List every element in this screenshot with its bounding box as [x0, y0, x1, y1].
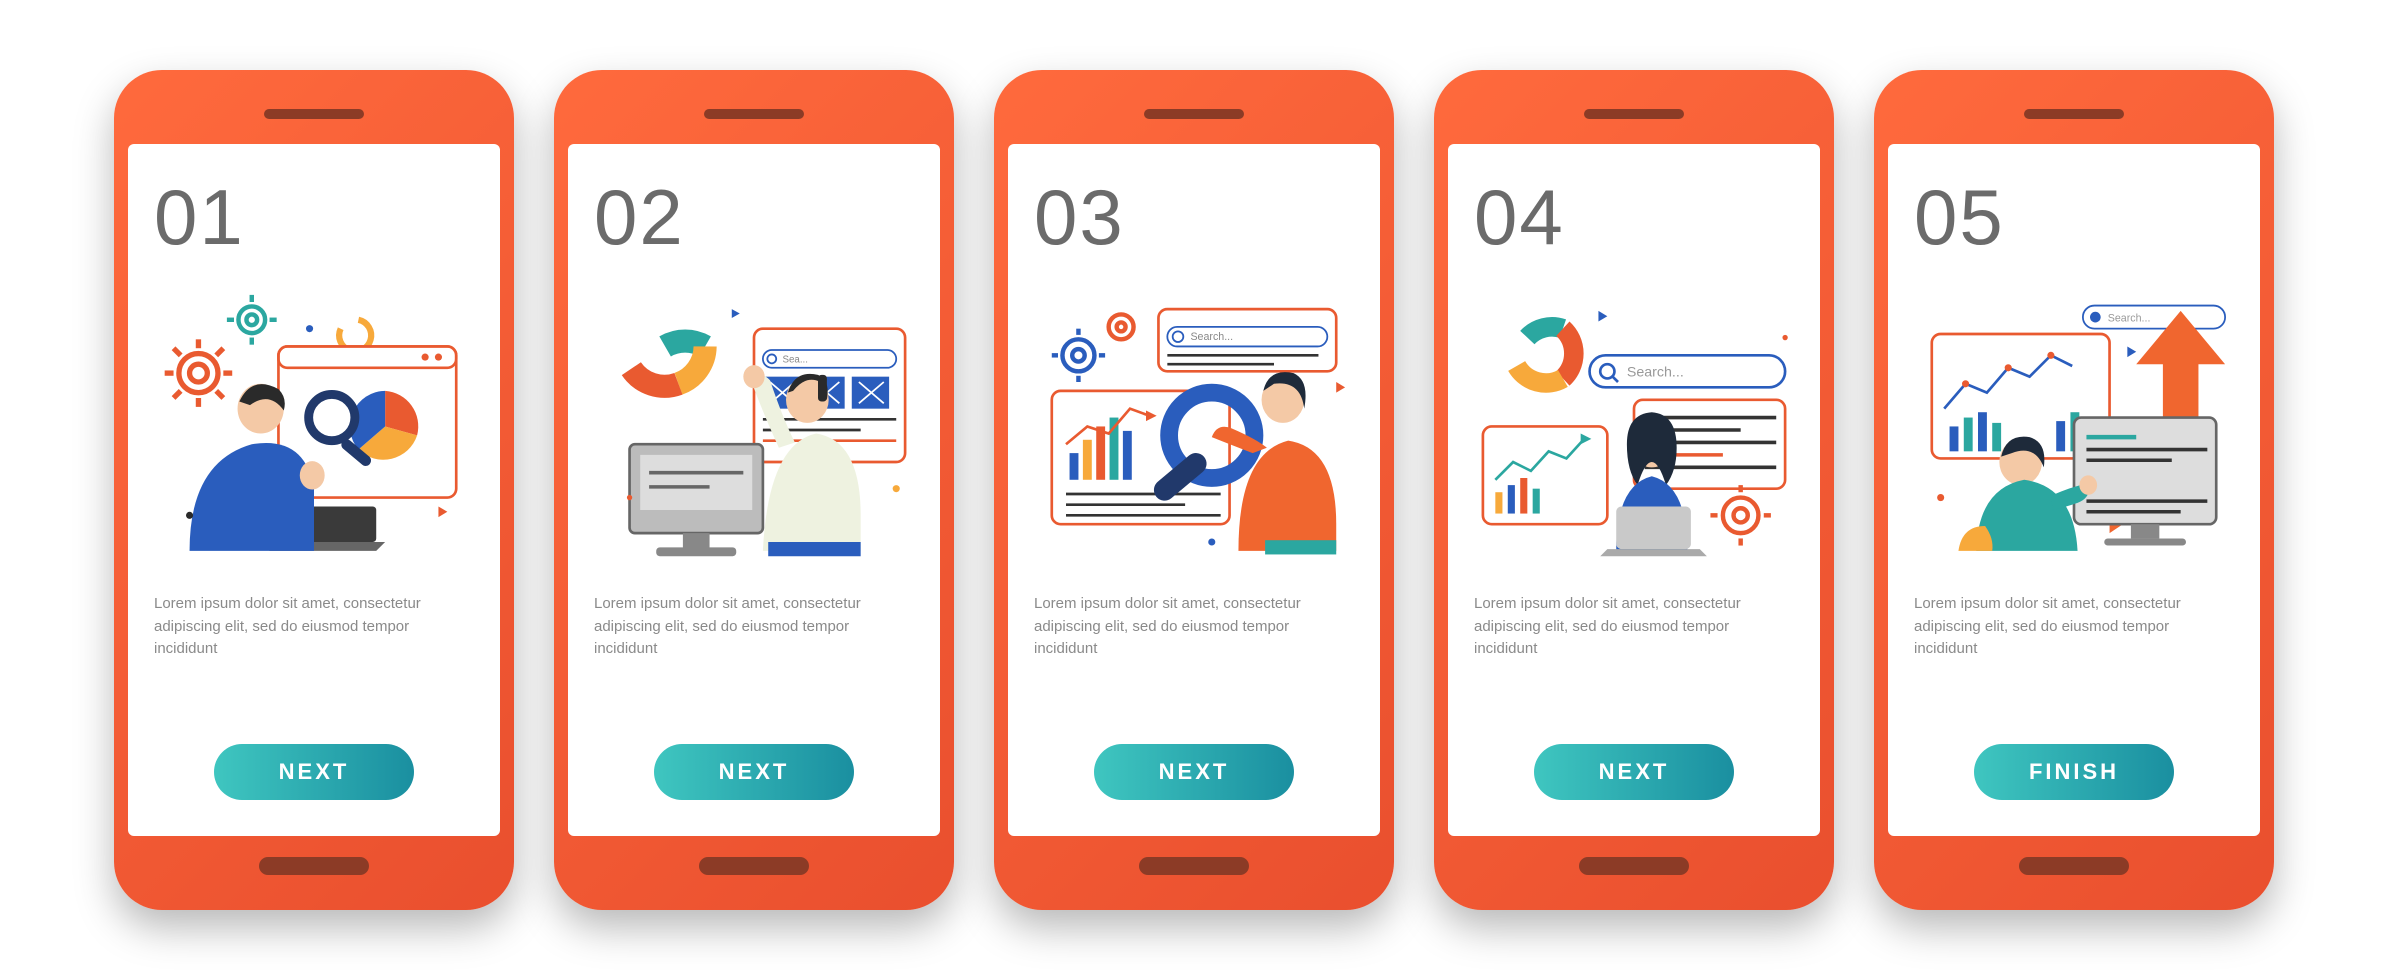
onboarding-phone-2: 02 Sea... — [554, 70, 954, 910]
donut-chart-icon — [1517, 327, 1574, 383]
gear-icon — [1109, 314, 1134, 339]
screen-4: 04 Search... — [1448, 144, 1820, 836]
next-button[interactable]: NEXT — [1094, 744, 1294, 800]
phone-top-bezel — [1448, 84, 1820, 144]
screen-2: 02 Sea... — [568, 144, 940, 836]
phone-bottom-bezel — [128, 836, 500, 896]
donut-chart-icon — [631, 341, 705, 386]
home-button[interactable] — [699, 857, 809, 875]
search-placeholder-text: Search... — [1190, 331, 1233, 343]
home-button[interactable] — [1579, 857, 1689, 875]
svg-text:Sea...: Sea... — [782, 354, 808, 365]
phone-bottom-bezel — [1008, 836, 1380, 896]
step-description: Lorem ipsum dolor sit amet, consectetur … — [1474, 593, 1794, 661]
step-number: 05 — [1914, 172, 2234, 263]
speaker-slot — [264, 109, 364, 119]
phone-top-bezel — [568, 84, 940, 144]
speaker-slot — [2024, 109, 2124, 119]
home-button[interactable] — [259, 857, 369, 875]
phone-top-bezel — [128, 84, 500, 144]
screen-5: 05 Search... — [1888, 144, 2260, 836]
home-button[interactable] — [2019, 857, 2129, 875]
gear-icon — [1052, 329, 1105, 382]
speaker-slot — [704, 109, 804, 119]
illustration-growth-arrow: Search... — [1914, 267, 2234, 577]
next-button[interactable]: NEXT — [654, 744, 854, 800]
onboarding-phone-1: 01 — [114, 70, 514, 910]
onboarding-phone-4: 04 Search... — [1434, 70, 1834, 910]
step-number: 03 — [1034, 172, 1354, 263]
phone-bottom-bezel — [1448, 836, 1820, 896]
screen-1: 01 — [128, 144, 500, 836]
screen-3: 03 Search... — [1008, 144, 1380, 836]
illustration-seo-magnifier: Search... — [1034, 267, 1354, 577]
step-description: Lorem ipsum dolor sit amet, consectetur … — [594, 593, 914, 661]
phone-bottom-bezel — [568, 836, 940, 896]
phone-top-bezel — [1008, 84, 1380, 144]
gear-icon — [165, 339, 233, 407]
finish-button[interactable]: FINISH — [1974, 744, 2174, 800]
search-icon — [2090, 312, 2101, 323]
home-button[interactable] — [1139, 857, 1249, 875]
gear-icon — [1710, 485, 1770, 545]
speaker-slot — [1584, 109, 1684, 119]
step-number: 02 — [594, 172, 914, 263]
onboarding-phone-5: 05 Search... — [1874, 70, 2274, 910]
phone-bottom-bezel — [1888, 836, 2260, 896]
illustration-analytics-man — [154, 267, 474, 577]
next-button[interactable]: NEXT — [1534, 744, 1734, 800]
search-placeholder-text: Search... — [2108, 313, 2151, 325]
illustration-woman-desktop: Sea... — [594, 267, 914, 577]
step-number: 04 — [1474, 172, 1794, 263]
search-placeholder-text: Search... — [1627, 365, 1684, 381]
step-description: Lorem ipsum dolor sit amet, consectetur … — [1914, 593, 2234, 661]
speaker-slot — [1144, 109, 1244, 119]
illustration-woman-laptop: Search... — [1474, 267, 1794, 577]
next-button[interactable]: NEXT — [214, 744, 414, 800]
step-description: Lorem ipsum dolor sit amet, consectetur … — [1034, 593, 1354, 661]
step-number: 01 — [154, 172, 474, 263]
phone-top-bezel — [1888, 84, 2260, 144]
step-description: Lorem ipsum dolor sit amet, consectetur … — [154, 593, 474, 661]
gear-icon — [227, 295, 277, 345]
onboarding-phone-3: 03 Search... — [994, 70, 1394, 910]
